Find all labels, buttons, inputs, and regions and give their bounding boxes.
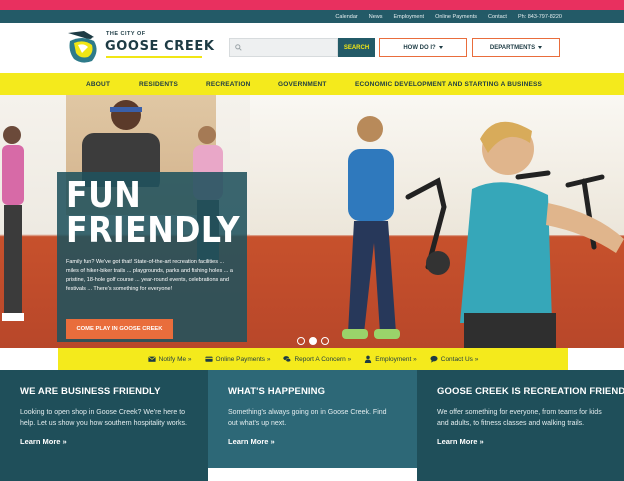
hero-title-line-2: FRIENDLY	[66, 210, 240, 251]
top-accent-strip	[0, 0, 624, 10]
panel-gap	[208, 468, 417, 481]
utility-link-employment[interactable]: Employment	[394, 14, 425, 20]
nav-item-recreation[interactable]: RECREATION	[206, 73, 251, 95]
panel-whats-happening: WHAT'S HAPPENING Something's always goin…	[208, 370, 417, 468]
utility-link-calendar[interactable]: Calendar	[335, 14, 357, 20]
panel-text: Looking to open shop in Goose Creek? We'…	[20, 409, 187, 427]
quick-link-label: Employment »	[375, 355, 417, 363]
panel-title: WHAT'S HAPPENING	[228, 386, 326, 397]
nav-item-about[interactable]: ABOUT	[86, 73, 110, 95]
learn-more-link[interactable]: Learn More »	[228, 437, 397, 446]
chevron-down-icon	[538, 46, 543, 49]
hero-description: Family fun? We've got that! State-of-the…	[66, 259, 233, 292]
panel-business-friendly: WE ARE BUSINESS FRIENDLY Looking to open…	[0, 370, 208, 481]
how-do-i-dropdown[interactable]: HOW DO I?	[379, 38, 467, 57]
utility-phone: Ph: 843-797-8220	[517, 13, 562, 20]
quick-link-report-a-concern[interactable]: Report A Concern »	[283, 355, 351, 363]
how-do-i-label: HOW DO I?	[403, 44, 436, 51]
person-icon	[365, 355, 372, 363]
goose-logo-icon[interactable]	[64, 27, 104, 67]
search-icon	[235, 44, 242, 51]
hero-person-left	[2, 126, 24, 321]
quick-link-contact-us[interactable]: Contact Us »	[430, 355, 479, 363]
nav-item-residents[interactable]: RESIDENTS	[139, 73, 178, 95]
slider-dot-3[interactable]	[321, 337, 329, 345]
envelope-icon	[147, 356, 156, 362]
departments-dropdown[interactable]: DEPARTMENTS	[472, 38, 560, 57]
main-navigation: ABOUT RESIDENTS RECREATION GOVERNMENT EC…	[0, 73, 624, 95]
slider-dot-1[interactable]	[297, 337, 305, 345]
brand-name[interactable]: GOOSE CREEK	[105, 39, 215, 54]
panel-title: GOOSE CREEK IS RECREATION FRIENDLY	[437, 386, 624, 397]
brand-tagline: THE CITY OF	[106, 31, 146, 37]
quick-link-label: Online Payments »	[215, 355, 271, 363]
quick-link-online-payments[interactable]: Online Payments »	[204, 355, 271, 363]
panel-title: WE ARE BUSINESS FRIENDLY	[20, 386, 161, 397]
panel-text: We offer something for everyone, from te…	[437, 409, 602, 427]
quick-links-bar: Notify Me » Online Payments » Report A C…	[58, 348, 568, 370]
quick-link-label: Notify Me »	[158, 355, 192, 363]
quick-link-label: Report A Concern »	[294, 355, 352, 363]
panel-text: Something's always going on in Goose Cre…	[228, 409, 387, 427]
hero-title: FUN FRIENDLY	[66, 175, 240, 251]
departments-label: DEPARTMENTS	[489, 44, 536, 51]
slider-dot-2[interactable]	[309, 337, 317, 345]
hero-title-line-1: FUN	[66, 175, 142, 216]
panel-recreation-friendly: GOOSE CREEK IS RECREATION FRIENDLY We of…	[417, 370, 624, 481]
utility-link-news[interactable]: News	[369, 14, 383, 20]
search-input[interactable]	[246, 44, 336, 51]
chat-icon	[283, 356, 292, 363]
nav-item-government[interactable]: GOVERNMENT	[278, 73, 327, 95]
brand-underline	[106, 56, 202, 58]
chevron-down-icon	[438, 46, 443, 49]
quick-link-employment[interactable]: Employment »	[364, 355, 417, 363]
slider-dots	[297, 337, 329, 345]
learn-more-link[interactable]: Learn More »	[437, 437, 604, 446]
credit-card-icon	[204, 356, 213, 362]
nav-item-economic-development[interactable]: ECONOMIC DEVELOPMENT AND STARTING A BUSI…	[355, 73, 542, 95]
search-field[interactable]	[229, 38, 338, 57]
utility-link-contact[interactable]: Contact	[488, 14, 507, 20]
learn-more-link[interactable]: Learn More »	[20, 437, 188, 446]
hero-cta-button[interactable]: COME PLAY IN GOOSE CREEK	[66, 319, 173, 339]
quick-link-notify-me[interactable]: Notify Me »	[147, 355, 192, 363]
hero-person-instructor	[460, 121, 624, 348]
utility-link-online-payments[interactable]: Online Payments	[435, 14, 477, 20]
quick-link-label: Contact Us »	[440, 355, 479, 363]
speech-bubble-icon	[430, 355, 438, 363]
search-button[interactable]: SEARCH	[338, 38, 375, 57]
utility-bar: Calendar News Employment Online Payments…	[0, 10, 624, 23]
site-header: THE CITY OF GOOSE CREEK SEARCH HOW DO I?…	[0, 23, 624, 73]
